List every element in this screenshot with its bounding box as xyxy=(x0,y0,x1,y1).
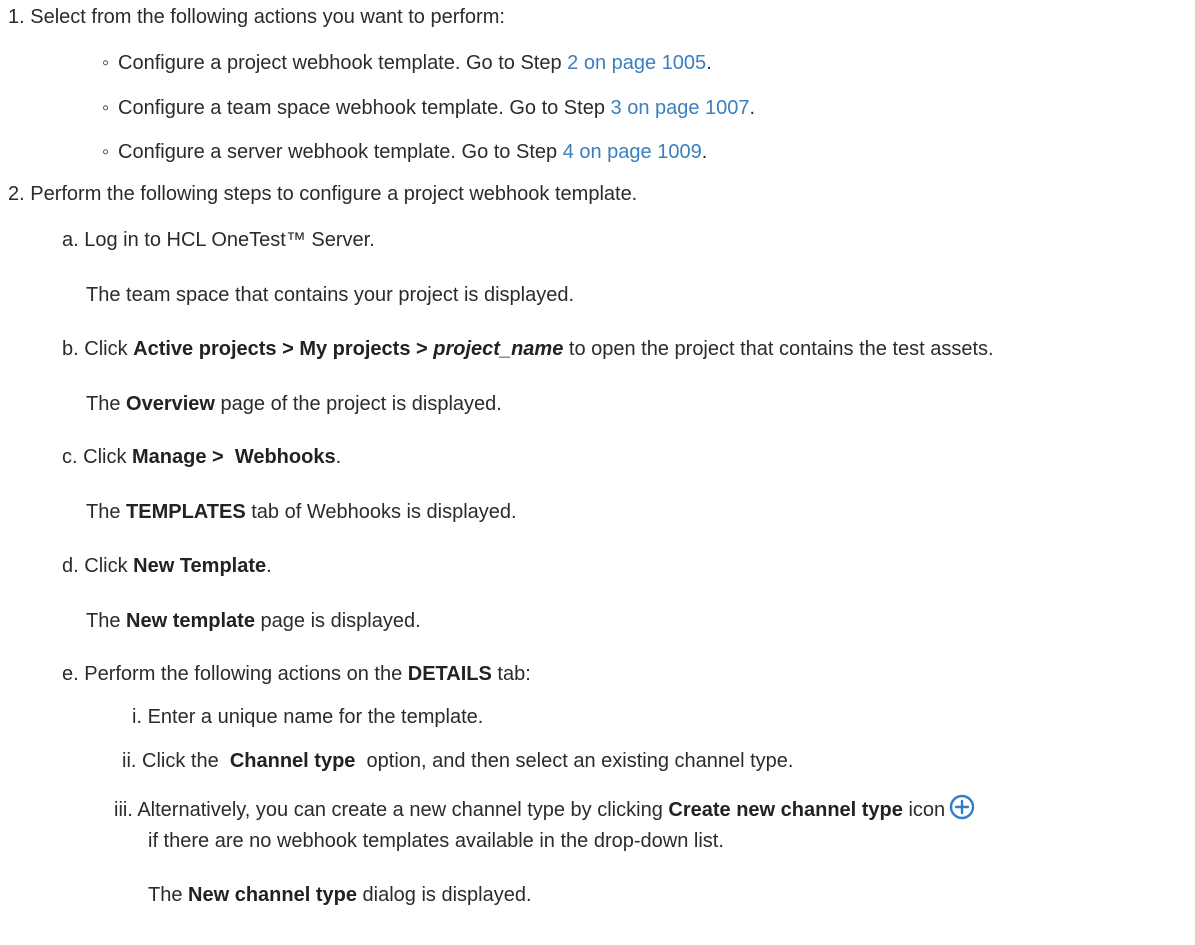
option-name: Channel type xyxy=(229,750,356,772)
step-number: 2. xyxy=(8,183,25,205)
step-2: 2. Perform the following steps to config… xyxy=(8,182,637,206)
substep-label: ii. xyxy=(122,750,137,772)
substep-e-i: i. Enter a unique name for the template. xyxy=(132,706,484,728)
substep-label: iii. xyxy=(114,799,133,821)
add-circle-icon xyxy=(949,794,975,826)
bullet-item-2: ◦ Configure a team space webhook template… xyxy=(102,97,756,119)
icon-name: Create new channel type xyxy=(668,799,903,821)
substep-a: a. Log in to HCL OneTest™ Server. xyxy=(62,228,375,252)
substep-e: e. Perform the following actions on the … xyxy=(62,663,531,685)
bullet-icon: ◦ xyxy=(102,141,110,163)
bullet-item-1: ◦ Configure a project webhook template. G… xyxy=(102,52,712,74)
substep-e-ii: ii. Click the Channel type option, and t… xyxy=(122,750,794,772)
substep-label: d. xyxy=(62,555,79,577)
substep-label: e. xyxy=(62,663,79,685)
substep-c-result: The TEMPLATES tab of Webhooks is display… xyxy=(86,501,517,523)
bullet-icon: ◦ xyxy=(102,97,110,119)
step-text: Select from the following actions you wa… xyxy=(30,6,505,28)
substep-e-iii-line2: if there are no webhook templates availa… xyxy=(148,830,724,852)
substep-text: Log in to HCL OneTest™ Server. xyxy=(84,229,375,251)
substep-e-iii: iii. Alternatively, you can create a new… xyxy=(114,794,975,826)
substep-d: d. Click New Template. xyxy=(62,555,272,577)
substep-e-iii-result: The New channel type dialog is displayed… xyxy=(148,884,532,906)
substep-b-result: The Overview page of the project is disp… xyxy=(86,393,502,415)
step-2-link[interactable]: 2 on page 1005 xyxy=(567,52,706,74)
substep-label: c. xyxy=(62,446,78,468)
substep-label: a. xyxy=(62,229,79,251)
step-3-link[interactable]: 3 on page 1007 xyxy=(611,97,750,119)
substep-b: b. Click Active projects > My projects >… xyxy=(62,338,994,360)
substep-label: b. xyxy=(62,338,79,360)
step-text: Perform the following steps to configure… xyxy=(30,183,638,205)
button-name: New Template xyxy=(133,555,267,577)
menu-path: Active projects > My projects > xyxy=(133,338,434,360)
tab-name: DETAILS xyxy=(407,663,492,685)
substep-label: i. xyxy=(132,706,142,728)
step-number: 1. xyxy=(8,6,25,28)
substep-d-result: The New template page is displayed. xyxy=(86,610,421,632)
bullet-item-3: ◦ Configure a server webhook template. Go… xyxy=(102,141,708,163)
step-1: 1. Select from the following actions you… xyxy=(8,5,505,29)
bullet-icon: ◦ xyxy=(102,52,110,74)
project-name-placeholder: project_name xyxy=(433,338,564,360)
substep-c: c. Click Manage > Webhooks. xyxy=(62,446,342,468)
menu-path: Manage > Webhooks xyxy=(132,446,336,468)
substep-a-result: The team space that contains your projec… xyxy=(86,284,575,306)
step-4-link[interactable]: 4 on page 1009 xyxy=(563,141,702,163)
